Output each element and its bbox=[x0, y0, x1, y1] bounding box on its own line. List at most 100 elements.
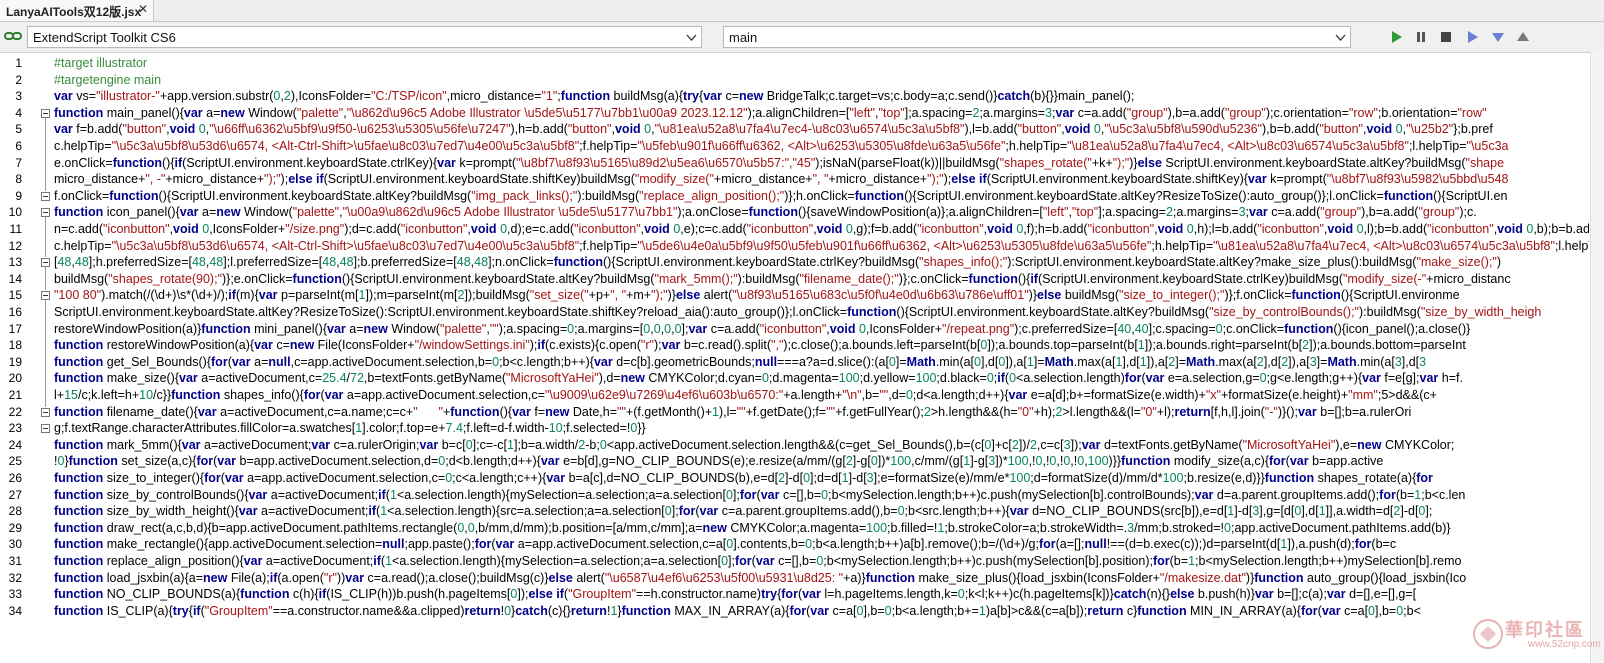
code-line[interactable]: !0}function set_size(a,c){for(var b=app.… bbox=[54, 453, 1383, 470]
code-line[interactable]: function size_by_controlBounds(){var a=a… bbox=[54, 487, 1465, 504]
code-line[interactable]: var f=b.add("button",void 0,"\u66ff\u636… bbox=[54, 121, 1493, 138]
code-token: ScriptUI.environment.keyboardState.altKe… bbox=[54, 305, 848, 319]
code-line[interactable]: var vs="illustrator-"+app.version.substr… bbox=[54, 88, 1134, 105]
code-token: a= bbox=[345, 321, 364, 336]
code-line[interactable]: function NO_CLIP_BOUNDS(a){function c(h)… bbox=[54, 586, 1416, 603]
fold-toggle-icon[interactable] bbox=[41, 291, 50, 301]
code-token: ;l.helpTip= bbox=[1408, 139, 1467, 153]
fold-toggle-icon[interactable] bbox=[41, 191, 50, 201]
fold-guide bbox=[45, 267, 46, 291]
step-into-icon[interactable] bbox=[1489, 28, 1507, 46]
code-token: "0" bbox=[1140, 404, 1157, 419]
code-line[interactable]: "100 80").match(/(\d+)\s*(\d+)/);if(m){v… bbox=[54, 287, 1460, 304]
code-token: ;l.helpTip= bbox=[1554, 238, 1589, 253]
code-token: 100 bbox=[890, 454, 912, 469]
code-line[interactable]: #target illustrator bbox=[54, 55, 147, 72]
code-token: a=app.activeDocument.selection,c= bbox=[343, 388, 545, 402]
code-token: "img_pack_links();" bbox=[471, 188, 578, 203]
code-line[interactable]: c.helpTip="\u5c3a\u5bf8\u53d6\u6574, <Al… bbox=[54, 138, 1508, 155]
code-token: )}} bbox=[1108, 454, 1122, 469]
file-tab[interactable]: LanyaAITools双12版.jsx ✕ bbox=[0, 0, 154, 21]
code-line[interactable]: function make_size(){var a=activeDocumen… bbox=[54, 370, 1463, 387]
code-token: if bbox=[228, 288, 236, 303]
code-token: +a)} bbox=[843, 570, 866, 585]
code-text-area[interactable]: #target illustrator #targetengine main var… bbox=[54, 53, 1589, 663]
code-line[interactable]: #targetengine main bbox=[54, 72, 161, 89]
code-token: 40 bbox=[1117, 321, 1132, 336]
code-token: "illustrator-" bbox=[96, 89, 160, 104]
code-line[interactable]: function load_jsxbin(a){a=new File(a);if… bbox=[54, 570, 1466, 587]
code-line[interactable]: function size_by_width_height(){var a=ac… bbox=[54, 503, 1432, 520]
code-line[interactable]: ScriptUI.environment.keyboardState.altKe… bbox=[54, 304, 1541, 321]
code-token: 0 bbox=[1356, 222, 1364, 236]
line-number: 17 bbox=[8, 321, 22, 336]
code-token: else if bbox=[951, 172, 987, 187]
code-line[interactable]: micro_distance+", -"+micro_distance+");"… bbox=[54, 171, 1509, 188]
code-token: ,c=c[ bbox=[1036, 437, 1064, 452]
code-token: <a.selection.length){mySelection=a.selec… bbox=[392, 554, 722, 568]
stop-icon[interactable] bbox=[1437, 28, 1455, 46]
code-token: ;k<l;k++)c(h.pageItems[k])} bbox=[964, 587, 1114, 602]
code-line[interactable]: restoreWindowPosition(a)}function mini_p… bbox=[54, 321, 1470, 338]
code-token: Window( bbox=[240, 205, 293, 220]
step-over-icon[interactable] bbox=[1464, 28, 1482, 46]
code-line[interactable]: function replace_align_position(){var a=… bbox=[54, 553, 1461, 570]
code-token: "button" bbox=[567, 122, 612, 137]
fold-toggle-icon[interactable] bbox=[41, 407, 50, 417]
code-line[interactable]: function restoreWindowPosition(a){var c=… bbox=[54, 337, 1466, 354]
link-icon[interactable] bbox=[4, 29, 22, 43]
code-token: new bbox=[739, 89, 764, 104]
code-line[interactable]: e.onClick=function(){if(ScriptUI.environ… bbox=[54, 155, 1504, 172]
fold-toggle-icon[interactable] bbox=[41, 108, 50, 118]
code-line[interactable]: function main_panel(){var a=new Window("… bbox=[54, 105, 1487, 122]
code-line[interactable]: function size_to_integer(){for(var a=app… bbox=[54, 470, 1433, 487]
code-line[interactable]: function icon_panel(){var a=new Window("… bbox=[54, 204, 1477, 221]
code-line[interactable]: function draw_rect(a,c,b,d){b=app.active… bbox=[54, 520, 1451, 537]
code-token: 25.4 bbox=[322, 371, 347, 386]
code-token: "" bbox=[879, 388, 889, 402]
code-line[interactable]: function IS_CLIP(a){try{if("GroupItem"==… bbox=[54, 603, 1421, 620]
code-line[interactable]: function get_Sel_Bounds(){for(var a=null… bbox=[54, 354, 1426, 371]
code-token: 3 bbox=[1394, 354, 1402, 369]
code-token: 0 bbox=[504, 603, 512, 618]
code-token: 100 bbox=[1162, 471, 1184, 485]
code-token: new bbox=[620, 371, 645, 386]
code-line[interactable]: function make_rectangle(){app.activeDocu… bbox=[54, 536, 1396, 553]
code-token: 0 bbox=[858, 321, 866, 336]
code-token: "iconbutton" bbox=[917, 222, 984, 236]
target-application-select[interactable]: ExtendScript Toolkit CS6 bbox=[27, 26, 702, 48]
code-line[interactable]: n=c.add("iconbutton",void 0,IconsFolder+… bbox=[54, 221, 1589, 238]
code-line[interactable]: function mark_5mm(){var a=activeDocument… bbox=[54, 437, 1454, 454]
code-token: Math bbox=[906, 354, 936, 369]
code-token: function bbox=[171, 388, 221, 402]
code-line[interactable]: f.onClick=function(){ScriptUI.environmen… bbox=[54, 188, 1507, 205]
code-token: ", " bbox=[812, 172, 829, 187]
code-token: new bbox=[702, 520, 727, 535]
code-token: 1 bbox=[841, 471, 849, 485]
code-token: function bbox=[112, 155, 163, 170]
code-token: ]);a.bounds.top=parseInt(b[ bbox=[987, 338, 1138, 353]
vertical-scrollbar[interactable] bbox=[1590, 52, 1604, 663]
run-icon[interactable] bbox=[1387, 28, 1405, 46]
engine-select[interactable]: main bbox=[723, 26, 1351, 48]
code-token: ");" bbox=[651, 288, 668, 303]
code-line[interactable]: function filename_date(){var a=activeDoc… bbox=[54, 404, 1411, 421]
step-out-icon[interactable] bbox=[1514, 28, 1532, 46]
code-line[interactable]: buildMsg("shapes_rotate(90);")};e.onClic… bbox=[54, 271, 1511, 288]
line-number: 14 bbox=[8, 271, 22, 286]
code-token: 0 bbox=[721, 554, 729, 568]
code-token: "modify_size(-" bbox=[1342, 271, 1427, 286]
pause-icon[interactable] bbox=[1412, 28, 1430, 46]
code-token: ];n.onClick= bbox=[488, 255, 554, 270]
code-line[interactable]: g;f.textRange.characterAttributes.fillCo… bbox=[54, 420, 646, 437]
fold-toggle-icon[interactable] bbox=[41, 258, 50, 268]
close-tab-icon[interactable]: ✕ bbox=[138, 2, 148, 16]
code-editor[interactable]: 1 2 3 4 5 6 7 8 9 10 11 12 13 14 15 16 17 18 19 20 21 22 23 24 2… bbox=[0, 53, 1589, 663]
code-token: 40 bbox=[1134, 321, 1149, 336]
fold-toggle-icon[interactable] bbox=[41, 208, 50, 218]
fold-toggle-icon[interactable] bbox=[41, 424, 50, 434]
code-line[interactable]: [48,48];h.preferredSize=[48,48];l.prefer… bbox=[54, 254, 1501, 271]
code-line[interactable]: l+15/c;k.left=h+10/c}}function shapes_in… bbox=[54, 387, 1437, 404]
code-line[interactable]: c.helpTip="\u5c3a\u5bf8\u53d6\u6574, <Al… bbox=[54, 238, 1589, 255]
code-token: ]); bbox=[517, 587, 529, 602]
